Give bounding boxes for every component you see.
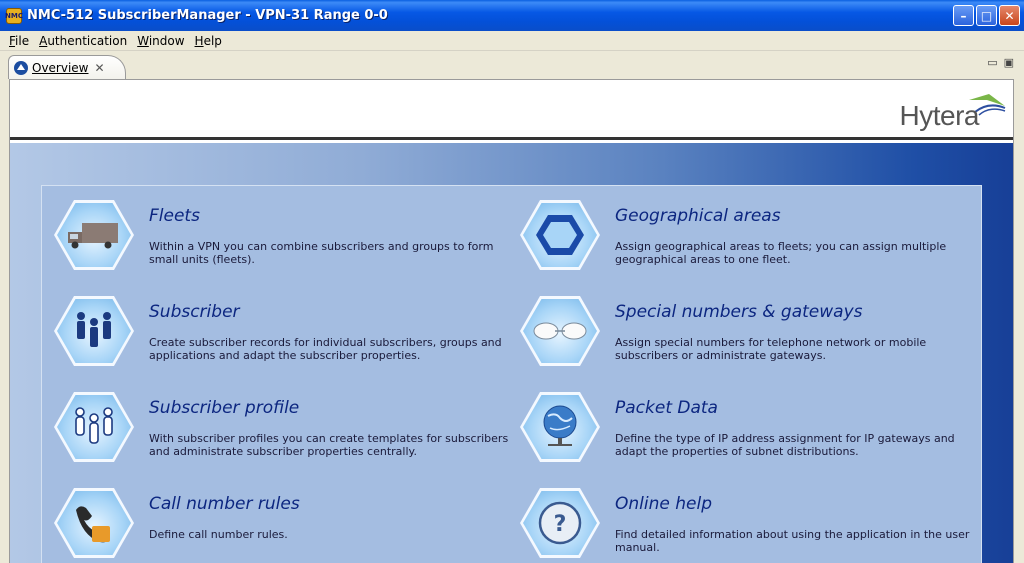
view-restore-button[interactable]: ▣ — [1004, 56, 1014, 69]
menu-label: uthentication — [47, 33, 128, 48]
item-packet-data[interactable]: Packet Data Define the type of IP addres… — [508, 392, 968, 472]
header-band: Hytera — [10, 80, 1013, 140]
overview-panel: Fleets Within a VPN you can combine subs… — [41, 185, 982, 563]
item-subscriber-profile[interactable]: Subscriber profile With subscriber profi… — [42, 392, 508, 472]
item-description: Define call number rules. — [149, 528, 288, 541]
hex-frame — [54, 296, 134, 366]
item-call-number-rules[interactable]: Call number rules Define call number rul… — [42, 488, 502, 563]
item-description: Assign special numbers for telephone net… — [615, 336, 927, 362]
item-title[interactable]: Subscriber profile — [149, 398, 299, 418]
view-minimize-button[interactable]: ▭ — [987, 56, 997, 69]
hex-frame — [54, 200, 134, 270]
app-icon[interactable]: NMC — [5, 7, 23, 24]
menu-label: ile — [15, 33, 30, 48]
item-title[interactable]: Call number rules — [149, 494, 300, 514]
item-description: Create subscriber records for individual… — [149, 336, 502, 362]
maximize-button[interactable]: □ — [976, 5, 997, 26]
globe-network-icon — [523, 395, 597, 459]
hex-frame — [54, 488, 134, 558]
item-subscriber[interactable]: Subscriber Create subscriber records for… — [42, 296, 502, 376]
window-title: NMC-512 SubscriberManager - VPN-31 Range… — [27, 8, 388, 23]
menu-file[interactable]: File — [4, 34, 34, 48]
item-fleets[interactable]: Fleets Within a VPN you can combine subs… — [42, 200, 502, 280]
item-title[interactable]: Special numbers & gateways — [615, 302, 863, 322]
close-button[interactable]: ✕ — [999, 5, 1020, 26]
menu-label: elp — [203, 33, 222, 48]
hex-frame — [54, 392, 134, 462]
tab-overview[interactable]: Overview ✕ — [8, 55, 126, 79]
menu-label: indow — [148, 33, 185, 48]
svg-text:?: ? — [554, 512, 567, 537]
overview-content: Hytera Fleets Within a VPN you can combi… — [9, 79, 1014, 563]
body-area: Fleets Within a VPN you can combine subs… — [10, 143, 1013, 563]
item-title[interactable]: Geographical areas — [615, 206, 781, 226]
view-controls: ▭ ▣ — [987, 56, 1014, 69]
tab-label: Overview — [32, 60, 89, 75]
item-description: Define the type of IP address assignment… — [615, 432, 955, 458]
hex-frame — [520, 392, 600, 462]
item-description: With subscriber profiles you can create … — [149, 432, 509, 458]
item-title[interactable]: Subscriber — [149, 302, 240, 322]
people-icon — [57, 299, 131, 363]
help-icon: ? — [523, 491, 597, 555]
hytera-logo: Hytera — [899, 100, 980, 131]
item-description: Within a VPN you can combine subscribers… — [149, 240, 494, 266]
item-title[interactable]: Online help — [615, 494, 712, 514]
cloud-gateway-icon — [523, 299, 597, 363]
item-title[interactable]: Packet Data — [615, 398, 718, 418]
menu-mnemonic: H — [194, 33, 204, 48]
menu-authentication[interactable]: Authentication — [34, 34, 132, 48]
tab-close-icon[interactable]: ✕ — [95, 61, 105, 75]
minimize-button[interactable]: – — [953, 5, 974, 26]
item-title[interactable]: Fleets — [149, 206, 200, 226]
menu-bar: File Authentication Window Help — [0, 31, 1024, 51]
hex-frame — [520, 296, 600, 366]
window-controls: – □ ✕ — [953, 5, 1020, 26]
hex-frame — [520, 200, 600, 270]
hex-frame: ? — [520, 488, 600, 558]
title-bar: NMC NMC-512 SubscriberManager - VPN-31 R… — [0, 0, 1024, 31]
phone-icon — [57, 491, 131, 555]
item-special-numbers-gateways[interactable]: Special numbers & gateways Assign specia… — [508, 296, 968, 376]
item-geographical-areas[interactable]: Geographical areas Assign geographical a… — [508, 200, 968, 280]
menu-window[interactable]: Window — [132, 34, 189, 48]
tab-row: Overview ✕ ▭ ▣ — [0, 51, 1024, 79]
hexagon-area-icon — [523, 203, 597, 267]
item-online-help[interactable]: ? Online help Find detailed information … — [508, 488, 969, 563]
home-icon — [14, 60, 28, 75]
menu-mnemonic: W — [137, 33, 149, 48]
item-description: Find detailed information about using th… — [615, 528, 970, 554]
item-description: Assign geographical areas to fleets; you… — [615, 240, 947, 266]
profile-outline-icon — [57, 395, 131, 459]
truck-icon — [57, 203, 131, 267]
menu-help[interactable]: Help — [190, 34, 227, 48]
